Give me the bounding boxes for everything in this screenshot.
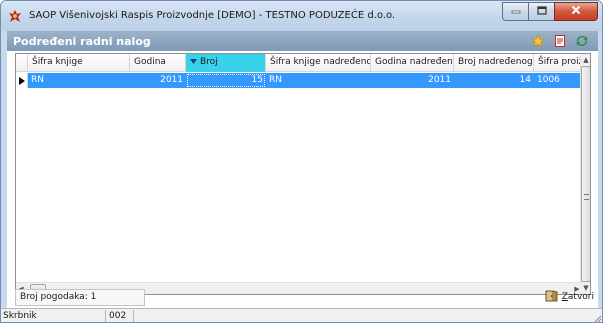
column-header-godina[interactable]: Godina (130, 54, 186, 72)
client-area: Podređeni radni nalog Šifra knjige Godin… (7, 31, 598, 322)
panel-header: Podređeni radni nalog (7, 31, 598, 51)
document-icon[interactable] (552, 33, 568, 49)
column-label: Šifra proizv (538, 57, 581, 67)
close-button[interactable]: Zatvori (543, 288, 596, 306)
column-label: Šifra knjige nadređenog (270, 57, 371, 67)
app-window: SAOP Višenivojski Raspis Proizvodnje [DE… (0, 0, 603, 323)
cell-sifra-proizvoda[interactable]: 1006 (534, 73, 582, 88)
maximize-icon (536, 5, 547, 18)
column-header-broj-nadredenog[interactable]: Broj nadređenog (454, 54, 534, 72)
resize-grip-icon[interactable] (592, 313, 602, 322)
current-row-indicator-icon (16, 73, 28, 88)
panel-title: Podređeni radni nalog (13, 35, 151, 48)
minimize-button[interactable] (502, 2, 528, 21)
close-button-label: Zatvori (562, 292, 594, 302)
close-door-icon (545, 289, 559, 305)
data-grid[interactable]: Šifra knjige Godina Broj Šifra knjige na… (15, 53, 591, 295)
status-bar: Skrbnik 002 (1, 308, 602, 322)
close-window-button[interactable] (554, 2, 598, 21)
cell-sifra-knjige-nadredenog[interactable]: RN (266, 73, 371, 88)
saop-logo-icon (8, 9, 22, 23)
close-button-text: atvori (567, 292, 594, 302)
cell-broj[interactable]: 15 (186, 73, 266, 88)
column-label: Godina nadređenog (375, 57, 453, 67)
column-label: Broj nadređenog (458, 57, 533, 67)
vertical-scrollbar[interactable]: ▲ ▼ (580, 54, 590, 294)
cell-sifra-knjige[interactable]: RN (28, 73, 130, 88)
table-row[interactable]: RN 2011 15 RN 2011 14 1006 (16, 73, 582, 88)
status-user-code: 002 (107, 310, 134, 322)
maximize-button[interactable] (528, 2, 554, 21)
result-count: Broj pogodaka: 1 (15, 289, 145, 306)
column-label: Šifra knjige (32, 57, 83, 67)
row-selector-header (16, 54, 28, 71)
title-bar[interactable]: SAOP Višenivojski Raspis Proizvodnje [DE… (1, 1, 602, 31)
close-icon (571, 5, 581, 18)
column-label: Godina (134, 57, 166, 67)
minimize-icon (511, 6, 521, 17)
window-title: SAOP Višenivojski Raspis Proizvodnje [DE… (29, 10, 396, 21)
panel-toolbar (530, 33, 590, 49)
cell-godina-nadredenog[interactable]: 2011 (371, 73, 454, 88)
cell-godina[interactable]: 2011 (130, 73, 186, 88)
column-label: Broj (200, 57, 218, 67)
scroll-grip-icon (584, 194, 589, 200)
cell-broj-nadredenog[interactable]: 14 (454, 73, 534, 88)
window-controls (502, 2, 598, 22)
grid-header: Šifra knjige Godina Broj Šifra knjige na… (16, 54, 582, 72)
column-header-sifra-proizvoda[interactable]: Šifra proizv (534, 54, 582, 72)
column-header-broj[interactable]: Broj (186, 54, 266, 72)
column-header-sifra-knjige-nadredenog[interactable]: Šifra knjige nadređenog (266, 54, 371, 72)
scroll-up-icon[interactable]: ▲ (581, 54, 590, 66)
sort-descending-icon (190, 54, 197, 71)
column-header-godina-nadredenog[interactable]: Godina nadređenog (371, 54, 454, 72)
favorite-star-icon[interactable] (530, 33, 546, 49)
column-header-sifra-knjige[interactable]: Šifra knjige (28, 54, 130, 72)
status-user-label: Skrbnik (1, 310, 106, 322)
refresh-icon[interactable] (574, 33, 590, 49)
vertical-scroll-thumb[interactable] (581, 66, 590, 282)
